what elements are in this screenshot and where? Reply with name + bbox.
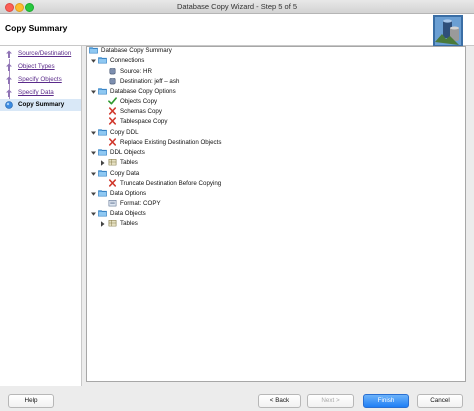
step-label: Specify Objects	[18, 76, 62, 83]
format-icon	[108, 199, 117, 207]
cross-icon	[108, 138, 117, 146]
next-button[interactable]: Next >	[307, 394, 354, 408]
tree-node-data-tables[interactable]: Tables	[108, 219, 138, 229]
tree-node-destination[interactable]: Destination: jeff – ash	[108, 77, 179, 87]
wizard-steps-panel: Source/Destination Object Types Specify …	[0, 46, 82, 386]
expand-toggle-down-icon[interactable]	[90, 128, 97, 138]
folder-icon	[98, 169, 107, 177]
folder-icon	[98, 87, 107, 95]
step-label: Source/Destination	[18, 50, 72, 57]
expand-toggle-down-icon[interactable]	[90, 169, 97, 179]
step-source-destination[interactable]: Source/Destination	[0, 48, 81, 60]
title-bar: Database Copy Wizard - Step 5 of 5	[0, 0, 474, 14]
tree-node-label: Source: HR	[120, 68, 152, 75]
tree-node-label: Schemas Copy	[120, 108, 162, 115]
tree-node-source[interactable]: Source: HR	[108, 67, 152, 77]
summary-tree: Database Copy Summary Connections Source…	[86, 46, 466, 382]
tree-node-schemas-copy[interactable]: Schemas Copy	[108, 107, 162, 117]
tree-node-data-objects[interactable]: Data Objects	[98, 209, 146, 219]
folder-icon	[98, 209, 107, 217]
current-step-icon	[5, 101, 13, 109]
folder-icon	[98, 56, 107, 64]
table-icon	[108, 219, 117, 227]
step-specify-objects[interactable]: Specify Objects	[0, 74, 81, 86]
tree-node-root[interactable]: Database Copy Summary	[89, 46, 172, 56]
tree-node-label: Truncate Destination Before Copying	[120, 180, 222, 187]
tree-node-label: Destination: jeff – ash	[120, 78, 180, 85]
expand-toggle-right-icon[interactable]	[99, 219, 106, 229]
table-icon	[108, 158, 117, 166]
step-arrow-icon	[6, 63, 12, 71]
folder-icon	[98, 128, 107, 136]
tree-node-objects-copy[interactable]: Objects Copy	[108, 97, 157, 107]
tree-node-ddl-tables[interactable]: Tables	[108, 158, 138, 168]
cross-icon	[108, 117, 117, 125]
step-copy-summary[interactable]: Copy Summary	[0, 99, 81, 111]
page-title: Copy Summary	[5, 23, 68, 33]
database-copy-logo-icon	[433, 15, 463, 47]
back-button[interactable]: < Back	[258, 394, 301, 408]
tree-node-label: Data Options	[110, 190, 147, 197]
tree-node-label: DDL Objects	[110, 149, 145, 156]
cancel-button[interactable]: Cancel	[417, 394, 463, 408]
tree-node-tablespace-copy[interactable]: Tablespace Copy	[108, 117, 167, 127]
cross-icon	[108, 179, 117, 187]
tree-node-format[interactable]: Format: COPY	[108, 199, 161, 209]
step-label: Copy Summary	[18, 101, 65, 108]
tree-node-copy-options[interactable]: Database Copy Options	[98, 87, 176, 97]
step-specify-data[interactable]: Specify Data	[0, 87, 81, 99]
tree-node-connections[interactable]: Connections	[98, 56, 144, 66]
tree-node-replace-existing[interactable]: Replace Existing Destination Objects	[108, 138, 221, 148]
expand-toggle-right-icon[interactable]	[99, 158, 106, 168]
tree-node-label: Objects Copy	[120, 98, 158, 105]
database-connection-icon	[108, 77, 117, 85]
tree-node-copy-ddl[interactable]: Copy DDL	[98, 128, 139, 138]
tree-node-label: Database Copy Options	[110, 88, 176, 95]
tree-node-truncate[interactable]: Truncate Destination Before Copying	[108, 179, 221, 189]
tree-node-label: Copy DDL	[110, 129, 139, 136]
checkmark-icon	[108, 97, 117, 105]
database-connection-icon	[108, 67, 117, 75]
summary-panel: Database Copy Summary Connections Source…	[86, 46, 468, 384]
tree-node-label: Copy Data	[110, 170, 140, 177]
tree-node-label: Tables	[120, 159, 138, 166]
tree-node-label: Connections	[110, 57, 145, 64]
window-title: Database Copy Wizard - Step 5 of 5	[176, 2, 298, 11]
tree-node-label: Tablespace Copy	[120, 118, 168, 125]
tree-node-data-options[interactable]: Data Options	[98, 189, 146, 199]
step-label: Object Types	[18, 63, 55, 70]
folder-icon	[89, 46, 98, 54]
tree-node-label: Replace Existing Destination Objects	[120, 139, 222, 146]
finish-button[interactable]: Finish	[363, 394, 409, 408]
wizard-header: Copy Summary	[0, 14, 474, 47]
expand-toggle-down-icon[interactable]	[90, 56, 97, 66]
step-label: Specify Data	[18, 89, 54, 96]
expand-toggle-down-icon[interactable]	[90, 209, 97, 219]
cross-icon	[108, 107, 117, 115]
tree-node-copy-data[interactable]: Copy Data	[98, 169, 139, 179]
tree-node-label: Database Copy Summary	[101, 47, 172, 54]
step-arrow-icon	[6, 76, 12, 84]
folder-icon	[98, 148, 107, 156]
expand-toggle-down-icon[interactable]	[90, 87, 97, 97]
help-button[interactable]: Help	[8, 394, 54, 408]
tree-node-ddl-objects[interactable]: DDL Objects	[98, 148, 145, 158]
expand-toggle-down-icon[interactable]	[90, 189, 97, 199]
step-object-types[interactable]: Object Types	[0, 61, 81, 73]
step-arrow-icon	[6, 50, 12, 58]
tree-node-label: Data Objects	[110, 210, 146, 217]
folder-icon	[98, 189, 107, 197]
wizard-footer: Help < Back Next > Finish Cancel	[0, 392, 474, 411]
expand-toggle-down-icon[interactable]	[90, 148, 97, 158]
tree-node-label: Tables	[120, 220, 138, 227]
tree-node-label: Format: COPY	[120, 200, 161, 207]
step-arrow-icon	[6, 89, 12, 97]
